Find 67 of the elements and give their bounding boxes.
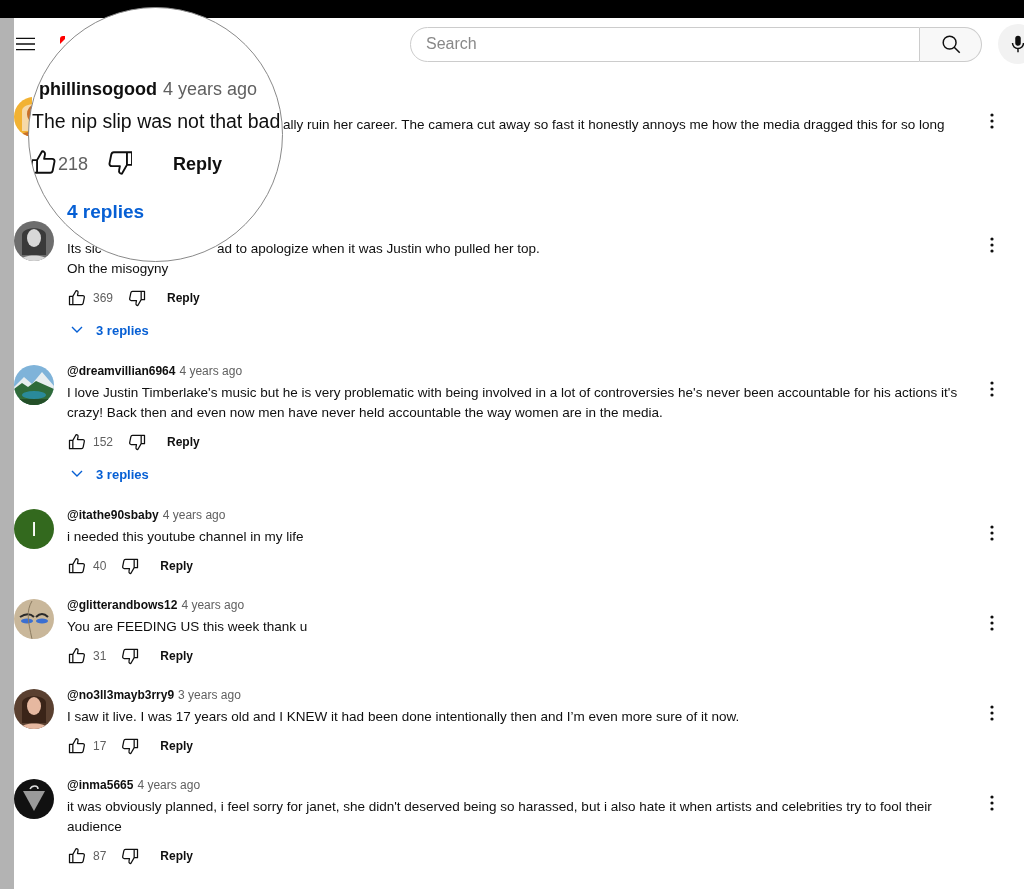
dislike-button[interactable] bbox=[108, 151, 132, 175]
reply-button[interactable]: Reply bbox=[173, 153, 223, 175]
dislike-button[interactable] bbox=[120, 736, 141, 756]
comment-time: 3 years ago bbox=[178, 688, 241, 702]
like-button[interactable] bbox=[67, 736, 87, 756]
username-link[interactable]: @inma5665 bbox=[67, 778, 134, 792]
like-count: 152 bbox=[93, 435, 114, 449]
like-button[interactable] bbox=[67, 646, 87, 666]
more-options-button[interactable] bbox=[988, 525, 996, 543]
comment-text: Oh the misogyny bbox=[67, 261, 169, 276]
reply-button[interactable]: Reply bbox=[160, 849, 194, 863]
like-button[interactable] bbox=[67, 846, 87, 866]
reply-button[interactable]: Reply bbox=[167, 291, 200, 305]
logo-icon[interactable] bbox=[60, 36, 65, 44]
search-field[interactable]: Search bbox=[410, 26, 920, 62]
search-icon bbox=[939, 33, 962, 55]
comment-text: The nip slip was not that bad bbox=[32, 109, 281, 133]
like-button[interactable] bbox=[32, 150, 56, 174]
comment-text: I love Justin Timberlake's music but he is very problematic with being involved in a lot of controversies he's never been accountable for his actions it's crazy! Back then and even now men have never held accountable the way women are in the media. bbox=[67, 385, 958, 420]
search-button[interactable] bbox=[920, 26, 982, 62]
comment-text: it was obviously planned, i feel sorry for janet, she didn't deserved being so harassed, but i also hate it when artists and celebrities try to fool their audience bbox=[67, 799, 932, 834]
comment-text: i needed this youtube channel in my life bbox=[67, 529, 304, 544]
chevron-down-icon bbox=[71, 326, 83, 334]
like-count: 218 bbox=[58, 153, 89, 175]
replies-toggle[interactable]: 4 replies bbox=[67, 200, 145, 224]
dislike-button[interactable] bbox=[120, 846, 141, 866]
dislike-button[interactable] bbox=[127, 288, 148, 308]
comment-time: 4 years ago bbox=[179, 364, 243, 378]
comment-time: 4 years ago bbox=[162, 508, 226, 522]
more-options-button[interactable] bbox=[988, 615, 996, 633]
reply-button[interactable]: Reply bbox=[160, 559, 194, 573]
like-count: 31 bbox=[93, 649, 107, 663]
comment-text: You are FEEDING US this week thank u bbox=[67, 619, 308, 634]
username-link[interactable]: @itathe90sbaby bbox=[67, 508, 159, 522]
more-options-button[interactable] bbox=[988, 113, 996, 131]
like-count: 40 bbox=[93, 559, 107, 573]
like-count: 87 bbox=[93, 849, 107, 863]
more-options-button[interactable] bbox=[988, 237, 996, 255]
more-options-button[interactable] bbox=[988, 795, 996, 813]
like-count: 17 bbox=[93, 739, 107, 753]
replies-toggle[interactable]: 3 replies bbox=[67, 458, 149, 490]
comment-text: ad to apologize when it was Justin who pulled her top. bbox=[217, 240, 540, 258]
username-link[interactable]: @glitterandbows12 bbox=[67, 598, 178, 612]
avatar[interactable]: I bbox=[14, 509, 54, 549]
comment-text: I saw it live. I was 17 years old and I KNEW it had been done intentionally then and I’m even more sure of it now. bbox=[67, 709, 740, 724]
more-options-button[interactable] bbox=[988, 381, 996, 399]
reply-button[interactable]: Reply bbox=[160, 739, 194, 753]
comment-time: 4 years ago bbox=[163, 78, 258, 100]
more-options-button[interactable] bbox=[988, 705, 996, 723]
comment-time: 4 years ago bbox=[181, 598, 245, 612]
like-button[interactable] bbox=[67, 432, 87, 452]
dislike-button[interactable] bbox=[127, 432, 148, 452]
dislike-button[interactable] bbox=[120, 556, 141, 576]
reply-button[interactable]: Reply bbox=[160, 649, 194, 663]
username-link[interactable]: @dreamvillian6964 bbox=[67, 364, 176, 378]
like-button[interactable] bbox=[67, 556, 87, 576]
username-link[interactable]: @no3ll3mayb3rry9 bbox=[67, 688, 175, 702]
dislike-button[interactable] bbox=[120, 646, 141, 666]
reply-button[interactable]: Reply bbox=[167, 435, 200, 449]
like-count: 369 bbox=[93, 291, 114, 305]
comment-time: 4 years ago bbox=[137, 778, 201, 792]
replies-toggle[interactable]: 3 replies bbox=[67, 314, 149, 346]
like-button[interactable] bbox=[67, 288, 87, 308]
menu-icon[interactable] bbox=[16, 37, 35, 51]
username-link[interactable]: phillinsogood bbox=[39, 78, 157, 100]
chevron-down-icon bbox=[71, 470, 83, 478]
comment-text: ally ruin her career. The camera cut away so fast it honestly annoys me how the media dragged this for so long bbox=[283, 117, 945, 132]
